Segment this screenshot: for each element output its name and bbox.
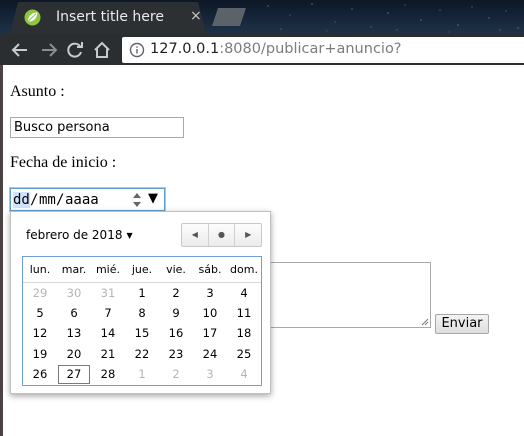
calendar-day[interactable]: 6	[57, 303, 91, 324]
spring-leaf-icon	[24, 9, 41, 26]
calendar-day[interactable]: 28	[91, 364, 125, 385]
calendar-day[interactable]: 8	[125, 303, 159, 324]
browser-tab[interactable]: Insert title here ×	[10, 2, 206, 34]
weekday-header: jue.	[125, 257, 159, 283]
calendar-grid: lun. mar. mié. jue. vie. sáb. dom. 29 30…	[22, 256, 262, 386]
date-day-segment[interactable]: dd	[13, 192, 30, 208]
calendar-dropdown-icon[interactable]: ▼	[148, 191, 158, 206]
calendar-day[interactable]: 5	[23, 303, 57, 324]
weekday-header: dom.	[227, 257, 261, 283]
asunto-label: Asunto :	[10, 83, 65, 100]
asunto-input[interactable]: Busco persona	[10, 117, 184, 138]
month-navigation: ◀ ● ▶	[181, 223, 262, 247]
calendar-day[interactable]: 13	[57, 323, 91, 344]
calendar-day[interactable]: 26	[23, 364, 57, 385]
calendar-day[interactable]: 19	[23, 344, 57, 365]
weekday-header: sáb.	[193, 257, 227, 283]
weekday-header-row: lun. mar. mié. jue. vie. sáb. dom.	[23, 257, 261, 283]
calendar-day[interactable]: 30	[57, 282, 91, 303]
calendar-day[interactable]: 9	[159, 303, 193, 324]
reload-icon[interactable]	[64, 39, 86, 61]
page-content: Asunto : Busco persona Fecha de inicio :…	[3, 65, 524, 436]
week-row: 19 20 21 22 23 24 25	[23, 344, 261, 365]
month-year-label: febrero de 2018	[26, 228, 123, 242]
calendar-day[interactable]: 17	[193, 323, 227, 344]
info-icon[interactable]	[129, 42, 145, 58]
calendar-day[interactable]: 7	[91, 303, 125, 324]
calendar-day[interactable]: 16	[159, 323, 193, 344]
week-row: 5 6 7 8 9 10 11	[23, 303, 261, 324]
next-month-icon[interactable]: ▶	[234, 224, 261, 246]
calendar-day[interactable]: 24	[193, 344, 227, 365]
calendar-day[interactable]: 4	[227, 364, 261, 385]
calendar-day[interactable]: 11	[227, 303, 261, 324]
new-tab-button[interactable]	[212, 8, 246, 26]
calendar-day[interactable]: 25	[227, 344, 261, 365]
previous-month-icon[interactable]: ◀	[182, 224, 208, 246]
home-icon[interactable]	[91, 39, 113, 61]
weekday-header: mar.	[57, 257, 91, 283]
calendar-day[interactable]: 14	[91, 323, 125, 344]
url-host: 127.0.0.1	[150, 41, 220, 57]
resize-handle-icon[interactable]	[421, 318, 429, 326]
weekday-header: lun.	[23, 257, 57, 283]
week-row: 29 30 31 1 2 3 4	[23, 282, 261, 303]
calendar-day[interactable]: 20	[57, 344, 91, 365]
address-bar[interactable]: 127.0.0.1:8080/publicar+anuncio?	[122, 37, 524, 63]
descripcion-textarea[interactable]	[258, 262, 431, 328]
close-tab-icon[interactable]: ×	[190, 8, 202, 24]
date-separator: /	[30, 192, 39, 208]
tab-strip: Insert title here ×	[0, 0, 524, 34]
fecha-inicio-label: Fecha de inicio :	[10, 154, 117, 171]
calendar-day[interactable]: 21	[91, 344, 125, 365]
calendar-table: lun. mar. mié. jue. vie. sáb. dom. 29 30…	[23, 257, 261, 385]
week-row: 26 27 28 1 2 3 4	[23, 364, 261, 385]
fecha-inicio-date-input[interactable]: dd / mm / aaaa ▼	[9, 187, 166, 212]
forward-icon[interactable]	[38, 39, 60, 61]
calendar-day[interactable]: 3	[193, 282, 227, 303]
calendar-day[interactable]: 1	[125, 282, 159, 303]
weekday-header: mié.	[91, 257, 125, 283]
url-path: :8080/publicar+anuncio?	[219, 41, 402, 57]
month-year-selector[interactable]: febrero de 2018 ▼	[26, 228, 133, 242]
url-text[interactable]: 127.0.0.1:8080/publicar+anuncio?	[150, 41, 402, 57]
date-picker-popup: febrero de 2018 ▼ ◀ ● ▶ lun. mar. mié. ju…	[10, 211, 271, 394]
calendar-day[interactable]: 31	[91, 282, 125, 303]
weekday-header: vie.	[159, 257, 193, 283]
calendar-day[interactable]: 10	[193, 303, 227, 324]
date-month-segment[interactable]: mm	[39, 192, 56, 208]
enviar-button[interactable]: Enviar	[435, 314, 489, 334]
calendar-day[interactable]: 15	[125, 323, 159, 344]
back-icon[interactable]	[9, 39, 31, 61]
calendar-day-today[interactable]: 27	[57, 364, 91, 385]
calendar-day[interactable]: 3	[193, 364, 227, 385]
calendar-day[interactable]: 2	[159, 364, 193, 385]
calendar-day[interactable]: 22	[125, 344, 159, 365]
calendar-day[interactable]: 12	[23, 323, 57, 344]
today-dot-icon[interactable]: ●	[207, 224, 235, 246]
calendar-day[interactable]: 1	[125, 364, 159, 385]
calendar-day[interactable]: 4	[227, 282, 261, 303]
calendar-day[interactable]: 2	[159, 282, 193, 303]
date-year-segment[interactable]: aaaa	[65, 192, 99, 208]
week-row: 12 13 14 15 16 17 18	[23, 323, 261, 344]
calendar-day[interactable]: 23	[159, 344, 193, 365]
date-spinner-icon[interactable]	[132, 191, 142, 209]
calendar-day[interactable]: 18	[227, 323, 261, 344]
browser-toolbar: 127.0.0.1:8080/publicar+anuncio?	[0, 34, 524, 65]
tab-title: Insert title here	[56, 9, 164, 25]
date-separator: /	[56, 192, 65, 208]
caret-down-icon: ▼	[126, 231, 133, 240]
calendar-day[interactable]: 29	[23, 282, 57, 303]
